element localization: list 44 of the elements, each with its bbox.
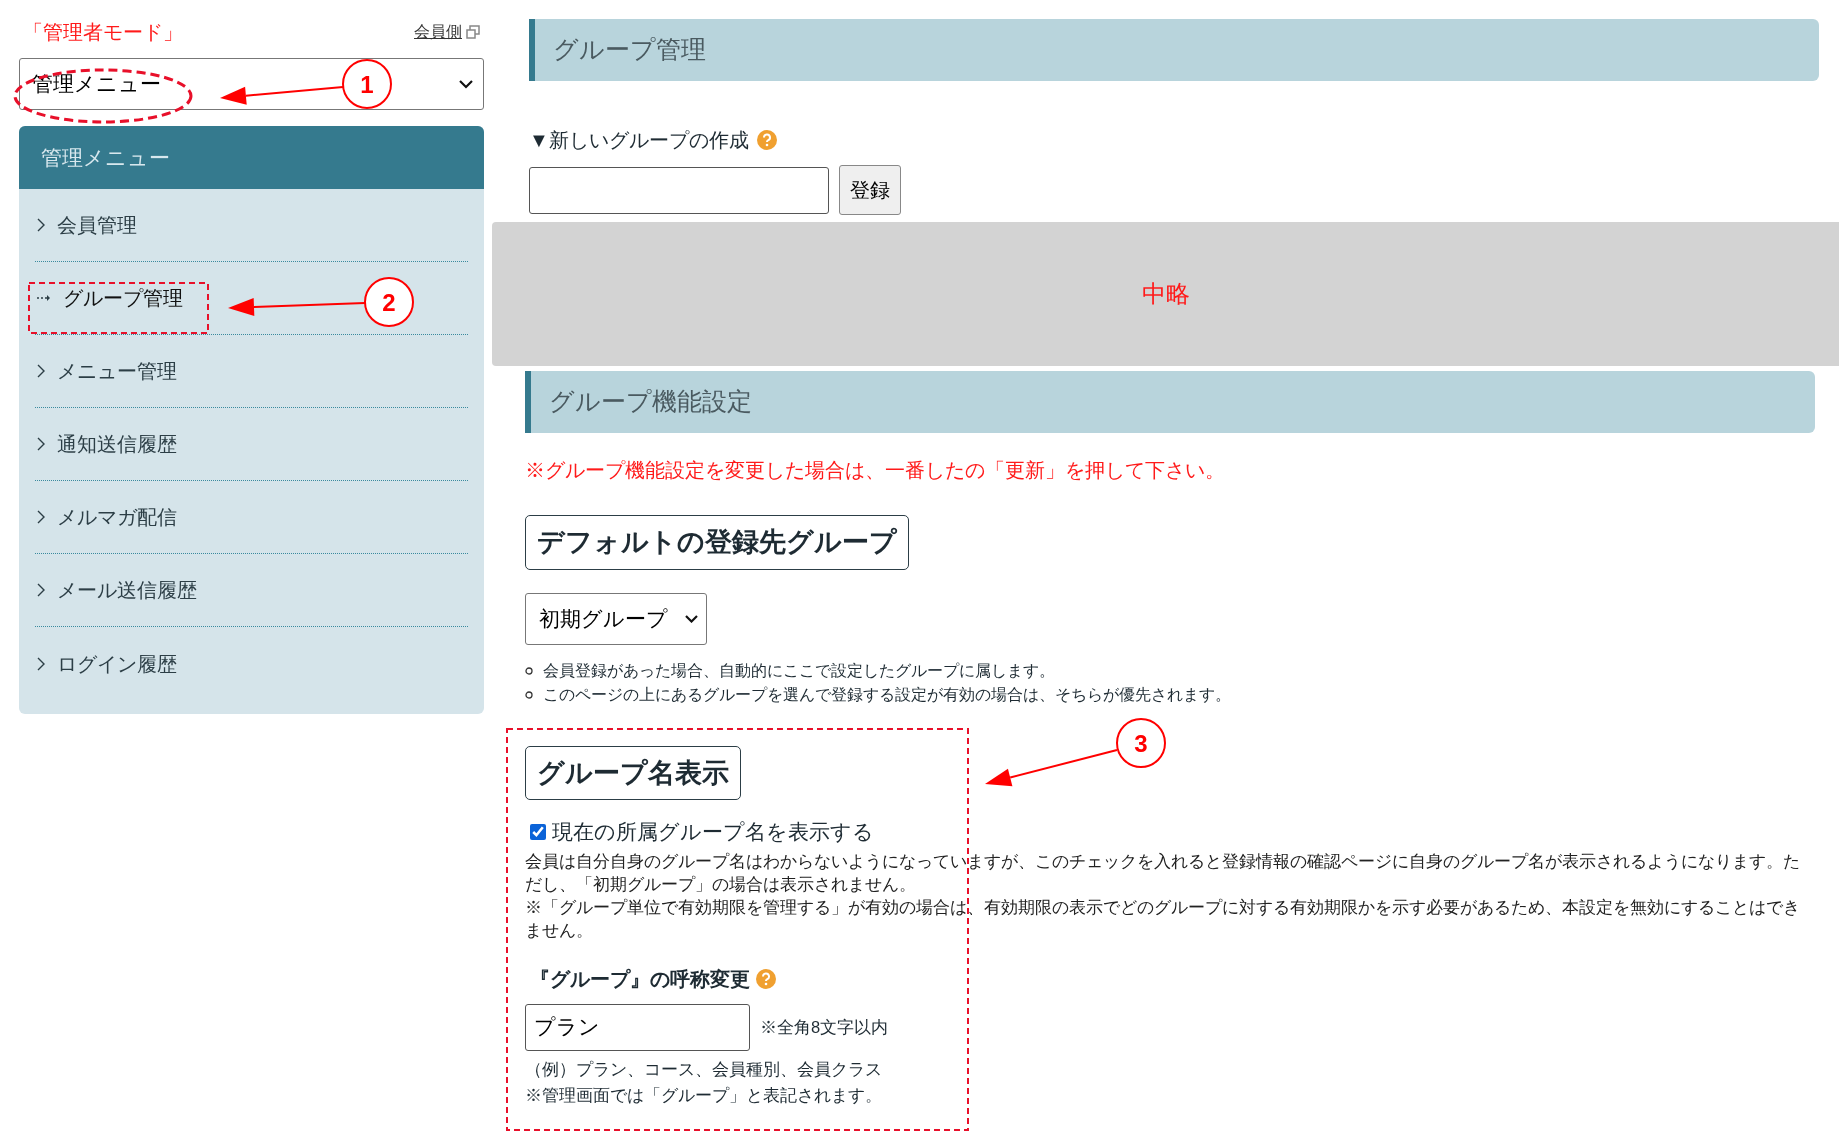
chevron-right-icon xyxy=(37,218,45,232)
section-label: ▼新しいグループの作成 xyxy=(529,128,749,153)
mode-label: 「管理者モード」 xyxy=(23,20,183,45)
note-text: ※管理画面では「グループ」と表記されます。 xyxy=(525,1084,883,1106)
chevron-down-icon xyxy=(459,79,473,89)
register-button[interactable]: 登録 xyxy=(839,165,901,215)
sidebar-item[interactable]: 通知送信履歴 xyxy=(35,408,468,481)
bullet-icon xyxy=(525,666,533,675)
sidebar-item[interactable]: メール送信履歴 xyxy=(35,554,468,627)
group-name-input[interactable] xyxy=(529,166,829,214)
warning-note: ※グループ機能設定を変更した場合は、一番したの「更新」を押して下さい。 xyxy=(525,458,1226,483)
chevron-right-icon xyxy=(37,656,45,671)
sidebar-item[interactable]: メニュー管理 xyxy=(35,335,468,408)
chevron-down-icon xyxy=(685,614,698,623)
description-text: ※「グループ単位で有効期限を管理する」が有効の場合は、有効期限の表示でどのグループに対する有効期限かを示す必要があるため、本設定を無効にすることはできません。 xyxy=(525,896,1801,941)
sidebar-item[interactable]: メルマガ配信 xyxy=(35,481,468,554)
display-group-checkbox[interactable] xyxy=(530,823,546,840)
field-label: 『グループ』の呼称変更 xyxy=(530,966,750,992)
chevron-right-icon xyxy=(37,437,45,451)
subsection-heading: グループ名表示 xyxy=(525,745,741,800)
example-text: （例）プラン、コース、会員種別、会員クラス xyxy=(525,1058,883,1080)
subsection-heading: デフォルトの登録先グループ xyxy=(525,515,909,570)
section-header: グループ機能設定 xyxy=(525,371,1815,433)
sidebar-item[interactable]: 会員管理 xyxy=(35,189,468,262)
sidebar-title: 管理メニュー xyxy=(19,126,484,189)
section-header: グループ管理 xyxy=(529,19,1819,81)
checkbox-label: 現在の所属グループ名を表示する xyxy=(552,819,874,845)
bullet-note: このページの上にあるグループを選んで登録する設定が有効の場合は、そちらが優先されます。 xyxy=(543,684,1231,705)
number-marker: 3 xyxy=(1116,718,1166,768)
bullet-icon xyxy=(525,690,533,699)
default-group-select[interactable]: 初期グループ xyxy=(525,592,707,645)
chevron-right-icon xyxy=(37,364,45,378)
chevron-right-icon xyxy=(37,510,45,524)
omitted-label: 中略 xyxy=(1141,279,1190,309)
chevron-right-icon xyxy=(37,583,45,597)
arrow-right-icon xyxy=(37,294,51,302)
description-text: 会員は自分自身のグループ名はわからないようになっていますが、このチェックを入れると登録情報の確認ページに自身のグループ名が表示されるようになります。ただし、「初期グループ」の場合は表示されません。 xyxy=(525,850,1801,895)
bullet-note: 会員登録があった場合、自動的にここで設定したグループに属します。 xyxy=(543,660,1055,681)
group-alias-input[interactable]: プラン xyxy=(525,1003,750,1051)
external-window-icon xyxy=(466,25,480,39)
number-marker: 2 xyxy=(364,277,414,327)
sidebar-item[interactable]: ログイン履歴 xyxy=(35,627,468,700)
number-marker: 1 xyxy=(342,59,392,109)
input-hint: ※全角8文字以内 xyxy=(760,1016,889,1038)
